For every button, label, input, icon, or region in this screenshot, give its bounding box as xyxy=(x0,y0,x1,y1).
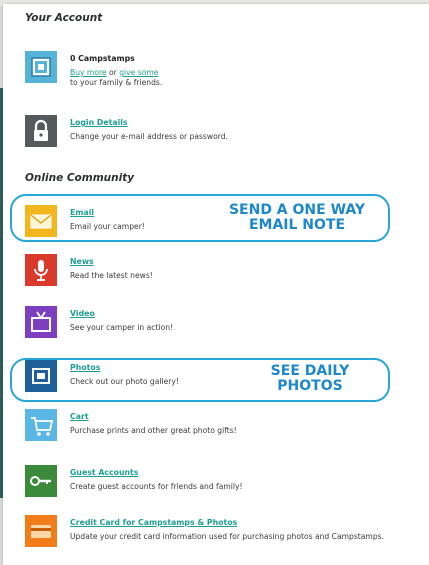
login-row: Login Details Change your e-mail address… xyxy=(25,115,420,157)
microphone-icon xyxy=(25,254,57,286)
cart-row: Cart Purchase prints and other great pho… xyxy=(25,409,420,451)
news-desc: Read the latest news! xyxy=(70,271,153,280)
login-details-link[interactable]: Login Details xyxy=(70,118,128,127)
credit-card-link[interactable]: Credit Card for Campstamps & Photos xyxy=(70,518,237,527)
key-icon xyxy=(25,465,57,497)
photos-callout-line1: SEE DAILY xyxy=(270,363,350,379)
your-account-heading: Your Account xyxy=(25,12,103,24)
news-link[interactable]: News xyxy=(70,257,94,266)
photos-callout-line2: PHOTOS xyxy=(277,378,343,394)
email-callout-line2: EMAIL NOTE xyxy=(248,217,346,233)
campstamps-row: 0 Campstamps Buy more or give some to yo… xyxy=(25,51,420,93)
campstamps-rest: to your family & friends. xyxy=(70,78,163,88)
lock-icon xyxy=(25,115,57,147)
credit-card-row: Credit Card for Campstamps & Photos Upda… xyxy=(25,515,420,557)
guest-accounts-row: Guest Accounts Create guest accounts for… xyxy=(25,465,420,507)
photos-callout-text: SEE DAILY PHOTOS xyxy=(260,364,360,394)
email-callout-text: SEND A ONE WAY EMAIL NOTE xyxy=(212,203,382,233)
guest-accounts-desc: Create guest accounts for friends and fa… xyxy=(70,482,243,491)
campstamps-title: 0 Campstamps xyxy=(70,54,135,63)
account-panel: Your Account 0 Campstamps Buy more or gi… xyxy=(3,4,429,565)
video-desc: See your camper in action! xyxy=(70,323,174,332)
guest-accounts-link[interactable]: Guest Accounts xyxy=(70,468,138,477)
video-row: Video See your camper in action! xyxy=(25,306,420,348)
stamp-icon xyxy=(25,51,57,83)
video-link[interactable]: Video xyxy=(70,309,95,318)
tv-icon xyxy=(25,306,57,338)
cart-link[interactable]: Cart xyxy=(70,412,89,421)
email-callout-line1: SEND A ONE WAY xyxy=(228,202,366,218)
credit-card-desc: Update your credit card information used… xyxy=(70,532,385,541)
campstamps-or: or xyxy=(109,68,117,77)
cart-desc: Purchase prints and other great photo gi… xyxy=(70,426,237,435)
login-details-desc: Change your e-mail address or password. xyxy=(70,132,228,141)
cart-icon xyxy=(25,409,57,441)
credit-card-icon xyxy=(25,515,57,547)
give-some-link[interactable]: give some xyxy=(119,68,158,77)
buy-more-link[interactable]: Buy more xyxy=(70,68,107,77)
online-community-heading: Online Community xyxy=(25,172,135,184)
campstamps-desc: Buy more or give some to your family & f… xyxy=(70,68,410,89)
news-row: News Read the latest news! xyxy=(25,254,420,296)
